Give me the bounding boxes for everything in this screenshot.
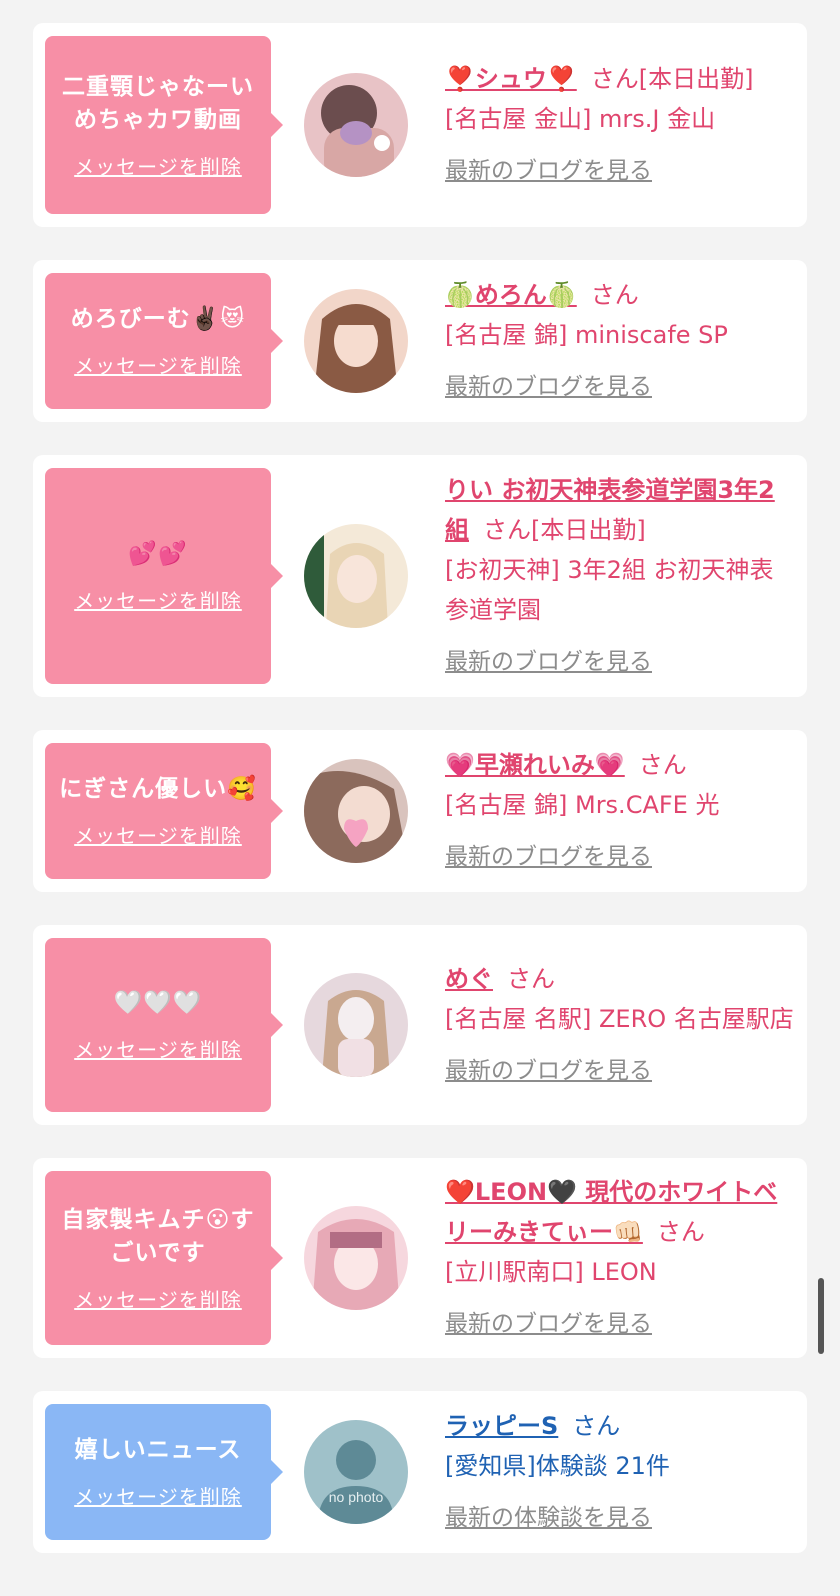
latest-blog-link[interactable]: 最新のブログを見る: [445, 1051, 652, 1091]
message-bubble: 二重顎じゃなーい めちゃカワ動画 メッセージを削除: [45, 36, 283, 214]
message-bubble: 💕💕 メッセージを削除: [45, 468, 283, 684]
delete-message-link[interactable]: メッセージを削除: [74, 1284, 242, 1313]
girl-info: りい お初天神表参道学園3年2組 さん[本日出勤] [お初天神] 3年2組 お初天…: [441, 470, 795, 682]
avatar-container: [271, 524, 441, 628]
name-suffix: さん: [638, 751, 687, 779]
latest-blog-link[interactable]: 最新のブログを見る: [445, 1304, 652, 1344]
message-text: 自家製キムチ😮すごいです: [61, 1206, 255, 1266]
avatar[interactable]: [304, 759, 408, 863]
message-list: 二重顎じゃなーい めちゃカワ動画 メッセージを削除 ❣️シュウ❣️ さん[本日出勤…: [33, 23, 807, 1586]
avatar-photo-icon: [304, 73, 408, 177]
shop-name: [お初天神] 3年2組 お初天神表参道学園: [445, 556, 774, 624]
latest-blog-link[interactable]: 最新のブログを見る: [445, 837, 652, 877]
avatar-photo-icon: [304, 524, 408, 628]
reviewer-name-link[interactable]: ラッピーS: [445, 1412, 558, 1440]
delete-message-link[interactable]: メッセージを削除: [74, 1481, 242, 1510]
message-card: にぎさん優しい🥰 メッセージを削除 💗早瀬れいみ💗 さん [名古屋 錦] Mrs.…: [33, 730, 807, 892]
message-bubble: 自家製キムチ😮すごいです メッセージを削除: [45, 1171, 283, 1345]
shop-name: [名古屋 錦] miniscafe SP: [445, 321, 728, 349]
reviewer-info: ラッピーS さん [愛知県]体験談 21件 最新の体験談を見る: [441, 1406, 795, 1538]
girl-info: ❤️LEON🖤 現代のホワイトベリーみきてぃー👊🏻 さん [立川駅南口] LEON…: [441, 1172, 795, 1344]
shop-name: [名古屋 錦] Mrs.CAFE 光: [445, 791, 720, 819]
girl-name-link[interactable]: ❣️シュウ❣️: [445, 65, 577, 93]
message-text: 嬉しいニュース: [74, 1437, 242, 1463]
girl-name-link[interactable]: 💗早瀬れいみ💗: [445, 751, 625, 779]
message-text: 💕💕: [128, 541, 188, 567]
message-bubble: 🤍🤍🤍 メッセージを削除: [45, 938, 283, 1112]
message-card: 🤍🤍🤍 メッセージを削除 めぐ さん [名古屋 名駅] ZERO 名古屋駅店 最新…: [33, 925, 807, 1125]
message-text: 二重顎じゃなーい めちゃカワ動画: [62, 73, 254, 133]
girl-name-link[interactable]: 🍈めろん🍈: [445, 281, 577, 309]
avatar-container: [271, 759, 441, 863]
avatar-container: [271, 973, 441, 1077]
name-suffix: さん[本日出勤]: [590, 65, 754, 93]
avatar-container: [271, 73, 441, 177]
name-suffix: さん: [507, 965, 555, 993]
avatar-container: no photo: [271, 1420, 441, 1524]
avatar[interactable]: no photo: [304, 1420, 408, 1524]
message-text: 🤍🤍🤍: [113, 990, 203, 1016]
name-suffix: さん: [572, 1412, 621, 1440]
name-suffix: さん: [590, 281, 639, 309]
message-card: 💕💕 メッセージを削除 りい お初天神表参道学園3年2組 さん[本日出勤] [お初…: [33, 455, 807, 697]
avatar-container: [271, 1206, 441, 1310]
avatar-photo-icon: [304, 289, 408, 393]
message-bubble: めろびーむ✌🏿😻 メッセージを削除: [45, 273, 283, 409]
avatar[interactable]: [304, 73, 408, 177]
name-suffix: さん: [656, 1218, 705, 1246]
delete-message-link[interactable]: メッセージを削除: [74, 820, 242, 849]
delete-message-link[interactable]: メッセージを削除: [74, 350, 242, 379]
message-bubble: 嬉しいニュース メッセージを削除: [45, 1404, 283, 1540]
no-photo-text: no photo: [329, 1489, 384, 1505]
no-photo-avatar-icon: no photo: [304, 1420, 408, 1524]
delete-message-link[interactable]: メッセージを削除: [74, 585, 242, 614]
avatar[interactable]: [304, 289, 408, 393]
review-count: [愛知県]体験談 21件: [445, 1452, 670, 1480]
avatar[interactable]: [304, 524, 408, 628]
latest-blog-link[interactable]: 最新のブログを見る: [445, 151, 652, 191]
avatar-photo-icon: [304, 973, 408, 1077]
shop-name: [名古屋 金山] mrs.J 金山: [445, 105, 716, 133]
shop-name: [名古屋 名駅] ZERO 名古屋駅店: [445, 1005, 794, 1033]
delete-message-link[interactable]: メッセージを削除: [74, 151, 242, 180]
girl-name-link[interactable]: めぐ: [445, 965, 493, 993]
shop-name: [立川駅南口] LEON: [445, 1258, 657, 1286]
message-card: めろびーむ✌🏿😻 メッセージを削除 🍈めろん🍈 さん [名古屋 錦] minisc…: [33, 260, 807, 422]
message-card: 二重顎じゃなーい めちゃカワ動画 メッセージを削除 ❣️シュウ❣️ さん[本日出勤…: [33, 23, 807, 227]
latest-review-link[interactable]: 最新の体験談を見る: [445, 1498, 652, 1538]
girl-info: めぐ さん [名古屋 名駅] ZERO 名古屋駅店 最新のブログを見る: [441, 959, 795, 1091]
scrollbar[interactable]: [818, 1278, 824, 1354]
message-text: にぎさん優しい🥰: [59, 776, 257, 802]
avatar[interactable]: [304, 973, 408, 1077]
latest-blog-link[interactable]: 最新のブログを見る: [445, 642, 652, 682]
girl-name-link[interactable]: ❤️LEON🖤 現代のホワイトベリーみきてぃー👊🏻: [445, 1178, 777, 1246]
message-bubble: にぎさん優しい🥰 メッセージを削除: [45, 743, 283, 879]
girl-info: ❣️シュウ❣️ さん[本日出勤] [名古屋 金山] mrs.J 金山 最新のブログ…: [441, 59, 795, 191]
name-suffix: さん[本日出勤]: [483, 516, 646, 544]
message-card: 嬉しいニュース メッセージを削除 no photo ラッピーS さん [愛知県]体…: [33, 1391, 807, 1553]
girl-info: 💗早瀬れいみ💗 さん [名古屋 錦] Mrs.CAFE 光 最新のブログを見る: [441, 745, 795, 877]
latest-blog-link[interactable]: 最新のブログを見る: [445, 367, 652, 407]
avatar-container: [271, 289, 441, 393]
girl-info: 🍈めろん🍈 さん [名古屋 錦] miniscafe SP 最新のブログを見る: [441, 275, 795, 407]
message-card: 自家製キムチ😮すごいです メッセージを削除 ❤️LEON🖤 現代のホワイトベリー…: [33, 1158, 807, 1358]
message-text: めろびーむ✌🏿😻: [70, 306, 246, 332]
avatar-photo-icon: [304, 759, 408, 863]
avatar-photo-icon: [304, 1206, 408, 1310]
avatar[interactable]: [304, 1206, 408, 1310]
delete-message-link[interactable]: メッセージを削除: [74, 1034, 242, 1063]
